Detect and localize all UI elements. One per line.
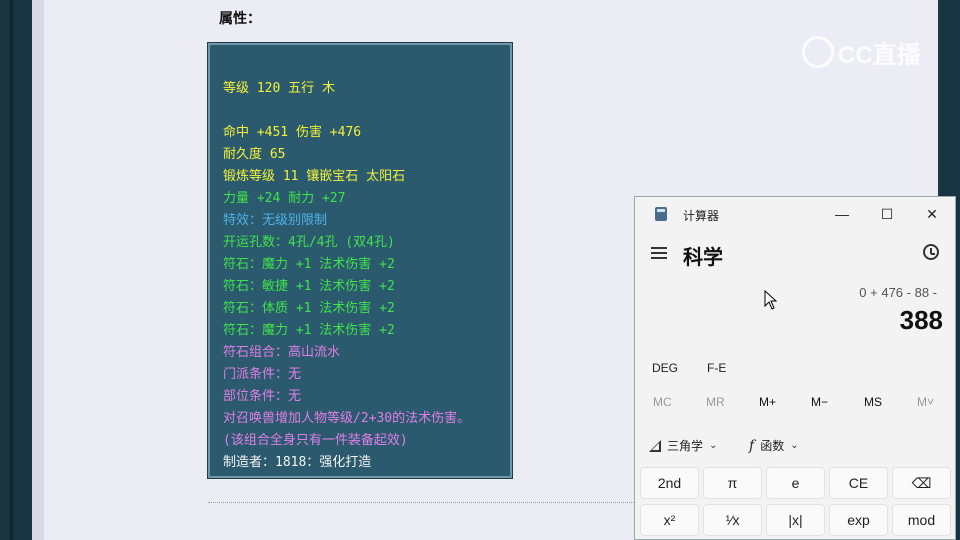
memory-store-button[interactable]: MS [864,395,882,409]
frame-stripe [10,0,13,540]
backspace-icon: ⌫ [911,474,932,491]
calculator-app-icon [655,207,667,221]
item-line: 等级 120 五行 木 [223,81,335,96]
triangle-icon [649,439,661,452]
clear-entry-key[interactable]: CE [829,467,888,499]
calculator-result: 388 [899,305,943,335]
calculator-expression: 0 + 476 - 88 - [859,285,937,300]
chevron-down-icon: ⌄ [790,440,799,451]
calculator-mode-title: 科学 [683,247,723,269]
maximize-button[interactable]: ☐ [864,197,910,231]
item-line: 符石：魔力 +1 法术伤害 +2 [223,257,395,272]
item-line: 特效：无级别限制 [223,213,328,228]
item-line: 开运孔数：4孔/4孔 (双4孔) [223,235,395,250]
item-line: 部位条件：无 [223,389,302,404]
attributes-label: 属性： [219,11,261,27]
calculator-window: 计算器 — ☐ ✕ 科学 0 + 476 - 88 - 388 DEG F-E … [634,196,956,540]
trig-dropdown[interactable]: 三角学 ⌄ [649,437,717,454]
memory-add-button[interactable]: M+ [759,395,776,409]
calculator-app-title: 计算器 [683,209,720,223]
fx-icon: f [749,437,755,454]
cc-live-watermark: CC直播 [802,34,921,70]
item-line: 力量 +24 耐力 +27 [223,191,346,206]
mod-key[interactable]: mod [892,504,951,536]
item-tooltip-box: 等级 120 五行 木 命中 +451 伤害 +476 耐久度 65 锻炼等级 … [207,42,513,479]
mouse-cursor-icon [764,290,778,310]
memory-subtract-button[interactable]: M− [811,395,828,409]
item-line: 锻炼等级 11 镶嵌宝石 太阳石 [223,169,406,184]
key-label: π [727,475,738,491]
square-key[interactable]: x² [640,504,699,536]
chevron-down-icon: ⌄ [709,440,718,451]
item-line: 符石：敏捷 +1 法术伤害 +2 [223,279,395,294]
watermark-logo-icon [802,36,834,68]
history-icon[interactable] [923,244,939,260]
item-line: 对召唤兽增加人物等级/2+30的法术伤害。 [223,411,471,426]
watermark-text: CC直播 [838,41,921,69]
key-label: 2nd [657,475,682,491]
e-key[interactable]: e [766,467,825,499]
exp-key[interactable]: exp [829,504,888,536]
memory-list-button[interactable]: M˅ [917,395,934,409]
fe-button[interactable]: F-E [707,361,726,375]
item-line: 门派条件：无 [223,367,302,382]
key-label: |x| [788,512,803,528]
backspace-key[interactable]: ⌫ [892,467,951,499]
function-label: 函数 [760,439,785,453]
dotted-separator [208,502,638,503]
trig-label: 三角学 [667,439,704,453]
item-line: 制造者：1818：强化打造 [223,455,372,470]
absolute-value-key[interactable]: |x| [766,504,825,536]
key-label: x² [663,512,676,528]
item-line: (该组合全身只有一件装备起效) [223,433,408,448]
hamburger-icon[interactable] [651,247,667,259]
item-line: 符石：魔力 +1 法术伤害 +2 [223,323,395,338]
memory-recall-button[interactable]: MR [706,395,725,409]
close-button[interactable]: ✕ [909,197,955,231]
item-line: 耐久度 65 [223,147,286,162]
key-label: e [791,475,800,491]
left-window-frame [0,0,32,540]
key-label: exp [847,512,870,528]
calculator-titlebar[interactable]: 计算器 — ☐ ✕ [635,197,955,231]
item-line: 符石组合：高山流水 [223,345,341,360]
item-line: 命中 +451 伤害 +476 [223,125,362,140]
key-label: ¹⁄x [725,512,740,528]
item-line: 符石：体质 +1 法术伤害 +2 [223,301,395,316]
reciprocal-key[interactable]: ¹⁄x [703,504,762,536]
second-function-key[interactable]: 2nd [640,467,699,499]
key-label: mod [907,512,936,528]
key-label: CE [848,475,869,491]
memory-clear-button[interactable]: MC [653,395,672,409]
minimize-button[interactable]: — [819,197,865,231]
function-dropdown[interactable]: f 函数 ⌄ [749,437,799,454]
angle-unit-button[interactable]: DEG [652,361,678,375]
pi-key[interactable]: π [703,467,762,499]
